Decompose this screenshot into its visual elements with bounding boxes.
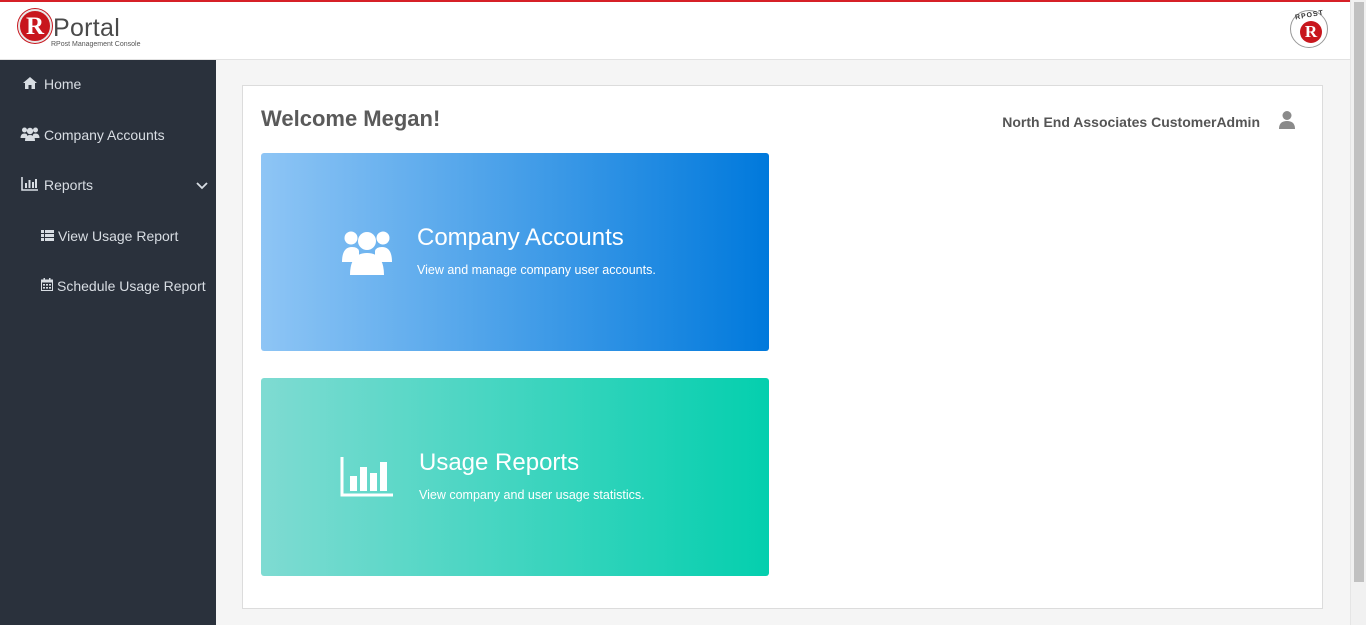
page-title: Welcome Megan!	[261, 106, 441, 131]
sidebar-item-label: Home	[44, 76, 82, 92]
sidebar-item-label: Company Accounts	[44, 127, 165, 143]
calendar-icon	[40, 278, 54, 294]
sidebar-item-label: Reports	[44, 177, 94, 193]
sidebar-item-reports[interactable]: Reports	[0, 165, 216, 205]
chevron-down-icon[interactable]	[194, 177, 210, 193]
tile-title: Company Accounts	[417, 224, 624, 251]
users-icon	[20, 126, 40, 145]
sidebar: Home Company Accounts Reports View Usage…	[0, 60, 216, 625]
sidebar-item-company-accounts[interactable]: Company Accounts	[0, 115, 216, 155]
sidebar-item-view-usage-report[interactable]: View Usage Report	[0, 216, 216, 256]
rportal-logo[interactable]: R Portal RPost Management Console	[18, 9, 178, 53]
list-icon	[40, 228, 54, 244]
users-icon	[341, 229, 393, 281]
home-icon	[20, 76, 40, 93]
sidebar-item-label: Schedule Usage Report	[57, 278, 206, 294]
tile-description: View and manage company user accounts.	[417, 263, 656, 277]
logo-subtitle: RPost Management Console	[51, 41, 141, 48]
top-bar: R Portal RPost Management Console RPOST …	[0, 0, 1350, 60]
scrollbar-thumb[interactable]	[1354, 2, 1364, 582]
user-icon[interactable]	[1278, 110, 1296, 130]
logo-word: Portal	[53, 14, 121, 42]
logo-letter: R	[25, 13, 45, 40]
sidebar-item-label: View Usage Report	[58, 228, 179, 244]
logo-badge: R	[18, 9, 52, 43]
rpost-logo-badge: RPOST R	[1290, 10, 1328, 48]
badge-letter: R	[1304, 22, 1318, 41]
dashboard-panel: Welcome Megan! North End Associates Cust…	[242, 85, 1323, 609]
badge-ring-text: RPOST	[1294, 9, 1325, 22]
company-accounts-tile[interactable]: Company Accounts View and manage company…	[261, 153, 769, 351]
tile-description: View company and user usage statistics.	[419, 488, 645, 502]
sidebar-item-home[interactable]: Home	[0, 64, 216, 104]
usage-reports-tile[interactable]: Usage Reports View company and user usag…	[261, 378, 769, 576]
sidebar-item-schedule-usage-report[interactable]: Schedule Usage Report	[0, 266, 216, 306]
bar-chart-icon	[20, 176, 40, 194]
tile-title: Usage Reports	[419, 449, 580, 476]
user-account-label[interactable]: North End Associates CustomerAdmin	[1002, 114, 1260, 130]
page-scrollbar[interactable]	[1350, 0, 1366, 625]
bar-chart-icon	[340, 456, 394, 503]
